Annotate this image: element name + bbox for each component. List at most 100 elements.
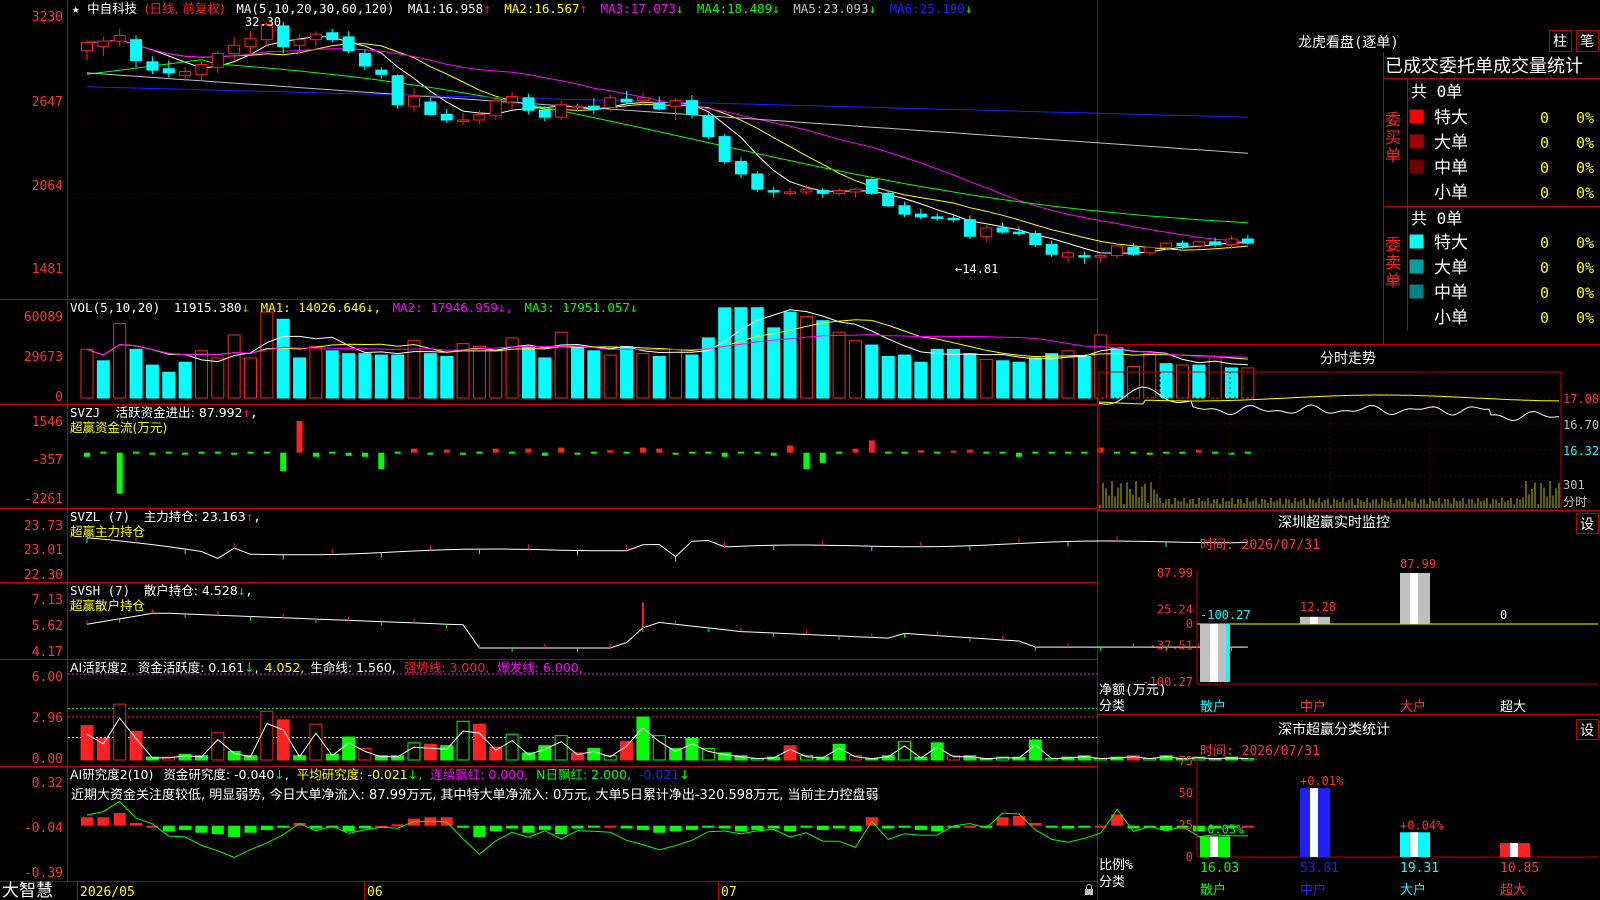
price-y-tick: 2064 — [32, 179, 63, 194]
volume-bar — [440, 355, 454, 399]
svzj-bar — [443, 449, 450, 453]
monitor-title: 深圳超赢实时监控 — [1278, 514, 1390, 531]
class-top-label: +0.04% — [1400, 818, 1444, 832]
activity-bar — [489, 746, 503, 761]
candle-body — [947, 217, 960, 221]
research-bar — [636, 825, 649, 830]
research-bar — [260, 825, 273, 830]
monitor-category: 大户 — [1400, 699, 1426, 715]
research-bar — [538, 825, 551, 830]
volume-bar — [816, 320, 830, 399]
svzj-bar — [885, 451, 892, 454]
activity-bar — [342, 736, 356, 761]
lock-icon — [1085, 884, 1093, 895]
volume-bar — [767, 327, 781, 399]
activity-bar — [113, 703, 127, 761]
order-stats-title: 已成交委托单成交量统计 — [1385, 56, 1583, 77]
research-bar — [130, 822, 143, 826]
volume-bar — [979, 358, 993, 399]
research-bar — [211, 825, 224, 835]
sell-row-name: 大单 — [1434, 258, 1468, 278]
svg-text:分类: 分类 — [1099, 875, 1125, 890]
candle-body — [1127, 246, 1140, 255]
svg-text:时间: 2026/07/31: 时间: 2026/07/31 — [1200, 538, 1320, 553]
svzj-bar — [312, 452, 319, 457]
svzj-bar — [427, 452, 434, 455]
candle-body — [538, 109, 551, 118]
svzj-bar — [738, 451, 744, 454]
svg-text:23.01: 23.01 — [24, 543, 63, 558]
buy-row-value: 0 — [1540, 134, 1549, 152]
volume-bar — [325, 350, 339, 399]
candle-body — [1241, 238, 1254, 244]
volume-bar — [113, 323, 127, 399]
research-bar — [1241, 825, 1254, 828]
sell-row-value: 0 — [1540, 234, 1549, 252]
x-tick: 06 — [367, 885, 383, 900]
volume-bar — [1045, 353, 1059, 399]
candle-body — [358, 53, 371, 67]
class-bar-highlight — [1210, 836, 1218, 857]
volume-bar — [276, 318, 290, 399]
candle-body — [963, 219, 976, 237]
svzj-bar — [852, 448, 859, 453]
research-bar — [179, 825, 192, 830]
svzj-bar — [803, 452, 810, 470]
activity-bar — [685, 738, 699, 761]
volume-bar — [669, 348, 683, 399]
candle-body — [980, 227, 993, 237]
svg-text:5.62: 5.62 — [32, 619, 63, 634]
activity-bar — [505, 733, 519, 761]
svzj-bar — [574, 452, 581, 455]
activity-bar — [898, 740, 911, 761]
svzj-bar — [476, 451, 483, 454]
svzj-bar — [378, 452, 385, 470]
volume-bar — [734, 307, 748, 399]
svzj-bar — [509, 451, 516, 454]
buy-row-pct: 0% — [1576, 184, 1594, 202]
candle-body — [816, 190, 829, 194]
volume-bar — [947, 348, 961, 399]
svzj-bar — [623, 451, 630, 454]
candle-body — [571, 105, 584, 109]
volume-bar — [571, 347, 584, 399]
monitor-bar — [1200, 623, 1230, 682]
svg-text:SVSH (7) 散户持仓: 4.528↓,: SVSH (7) 散户持仓: 4.528↓, — [70, 583, 253, 598]
svg-text:-0.39: -0.39 — [24, 866, 63, 881]
longhu-title: 龙虎看盘(逐单) — [1298, 34, 1399, 51]
svzj-bar — [754, 451, 761, 454]
class-y-tick: 25 — [1179, 818, 1193, 832]
svg-text:设: 设 — [1580, 723, 1594, 739]
side-label-char: 委 — [1385, 235, 1401, 254]
svzj-bar — [1163, 451, 1170, 454]
research-bar — [342, 825, 355, 832]
volume-bar — [652, 355, 666, 399]
volume-bar — [538, 357, 552, 399]
svzj-y-tick: 1546 — [32, 415, 63, 430]
buy-row-name: 大单 — [1434, 133, 1468, 153]
svzj-bar — [247, 451, 254, 454]
candle-body — [179, 71, 192, 77]
x-tick: 07 — [721, 885, 737, 900]
svzj-bar — [934, 451, 941, 454]
svzj-bar — [1179, 451, 1186, 454]
volume-bar — [881, 355, 895, 399]
price-y-tick: 3230 — [32, 10, 63, 25]
research-bar — [996, 817, 1009, 826]
volume-bar — [1094, 334, 1108, 399]
monitor-bar — [1300, 616, 1330, 624]
volume-bar — [587, 350, 601, 399]
volume-bar — [636, 353, 650, 399]
volume-bar — [832, 331, 846, 399]
svzj-bar — [672, 452, 679, 455]
svg-text:分时: 分时 — [1563, 495, 1587, 509]
svzj-bar — [1228, 452, 1235, 455]
monitor-value-label: -100.27 — [1200, 608, 1251, 622]
svzj-bar — [770, 452, 777, 456]
research-bar — [555, 825, 568, 835]
research-bar — [162, 825, 175, 832]
sell-row-pct: 0% — [1576, 284, 1594, 302]
class-bar — [1200, 836, 1230, 857]
svzj-bar — [492, 448, 499, 453]
buy-color-swatch — [1409, 184, 1424, 199]
